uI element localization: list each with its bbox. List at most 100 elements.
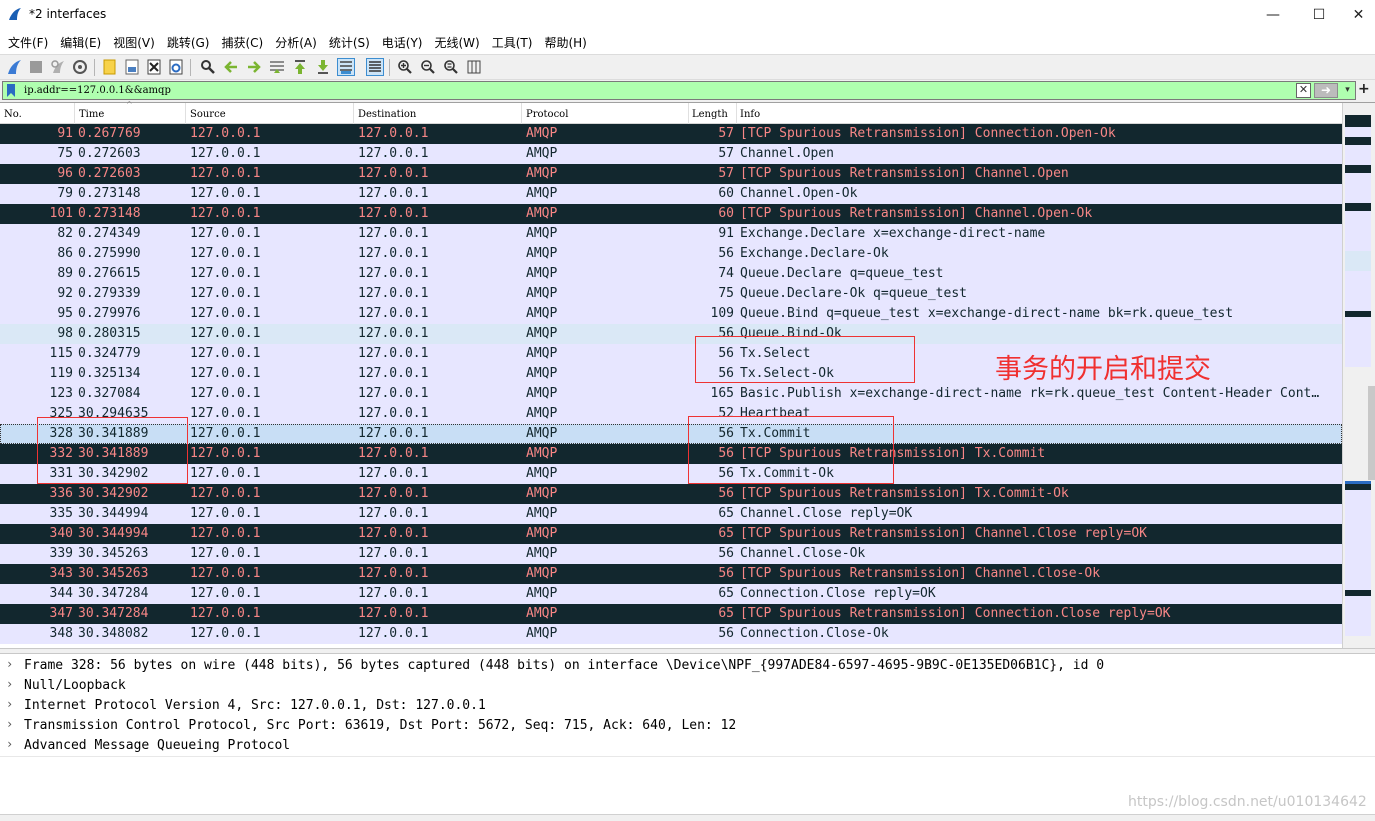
minimize-button[interactable]: —	[1250, 0, 1296, 30]
clear-filter-button[interactable]: ✕	[1296, 83, 1311, 98]
packet-row[interactable]: 331 30.342902 127.0.0.1 127.0.0.1 AMQP 56 Tx.C…	[0, 464, 1342, 484]
packet-cell-info: [TCP Spurious Retransmission] Channel.Op…	[740, 206, 1093, 221]
packet-row[interactable]: 339 30.345263 127.0.0.1 127.0.0.1 AMQP 56 Chan…	[0, 544, 1342, 564]
capture-options-icon[interactable]	[71, 58, 89, 76]
add-filter-button[interactable]: +	[1358, 81, 1370, 97]
minimap-strip	[1345, 211, 1371, 251]
column-header-time[interactable]: Time	[79, 109, 104, 120]
menu-bar: 文件(F) 编辑(E) 视图(V) 跳转(G) 捕获(C) 分析(A) 统计(S…	[0, 30, 1375, 54]
zoom-out-icon[interactable]	[419, 58, 437, 76]
packet-cell-info: Queue.Bind-Ok	[740, 326, 842, 341]
maximize-button[interactable]: ☐	[1296, 0, 1342, 30]
packet-cell-info: Exchange.Declare x=exchange-direct-name	[740, 226, 1046, 241]
packet-cell-info: Channel.Open-Ok	[740, 186, 858, 201]
display-filter-input[interactable]	[24, 85, 1264, 96]
close-button[interactable]: ✕	[1342, 0, 1375, 30]
apply-filter-button[interactable]: ➜	[1314, 83, 1338, 98]
expand-chevron-icon[interactable]: ›	[6, 717, 13, 731]
column-header-length[interactable]: Length	[692, 109, 728, 120]
menu-capture[interactable]: 捕获(C)	[217, 34, 271, 51]
menu-edit[interactable]: 编辑(E)	[56, 34, 109, 51]
packet-row[interactable]: 347 30.347284 127.0.0.1 127.0.0.1 AMQP 65 [TCP…	[0, 604, 1342, 624]
packet-row[interactable]: 325 30.294635 127.0.0.1 127.0.0.1 AMQP 52 Hear…	[0, 404, 1342, 424]
menu-statistics[interactable]: 统计(S)	[325, 34, 378, 51]
packet-row[interactable]: 335 30.344994 127.0.0.1 127.0.0.1 AMQP 65 Chan…	[0, 504, 1342, 524]
zoom-in-icon[interactable]	[396, 58, 414, 76]
go-to-packet-icon[interactable]	[268, 58, 286, 76]
minimap-strip	[1345, 596, 1371, 636]
packet-cell-len: 56	[718, 566, 734, 581]
menu-wireless[interactable]: 无线(W)	[431, 34, 488, 51]
detail-ipv4[interactable]: › Internet Protocol Version 4, Src: 127.…	[0, 696, 1375, 716]
open-file-icon[interactable]	[101, 58, 119, 76]
reload-file-icon[interactable]	[167, 58, 185, 76]
packet-list-minimap-scrollbar[interactable]	[1342, 103, 1375, 649]
restart-capture-icon[interactable]	[49, 58, 67, 76]
packet-cell-info: Queue.Bind q=queue_test x=exchange-direc…	[740, 306, 1234, 321]
packet-row[interactable]: 348 30.348082 127.0.0.1 127.0.0.1 AMQP 56 Conn…	[0, 624, 1342, 644]
packet-row[interactable]: 86 0.275990 127.0.0.1 127.0.0.1 AMQP 56 Exchan…	[0, 244, 1342, 264]
zoom-reset-icon[interactable]	[442, 58, 460, 76]
menu-file[interactable]: 文件(F)	[4, 34, 56, 51]
packet-row[interactable]: 89 0.276615 127.0.0.1 127.0.0.1 AMQP 74 Queue.…	[0, 264, 1342, 284]
packet-cell-info: [TCP Spurious Retransmission] Connection…	[740, 126, 1116, 141]
column-header-destination[interactable]: Destination	[358, 109, 416, 120]
packet-row[interactable]: 95 0.279976 127.0.0.1 127.0.0.1 AMQP 109 Queue…	[0, 304, 1342, 324]
go-forward-icon[interactable]	[245, 58, 263, 76]
packet-row[interactable]: 344 30.347284 127.0.0.1 127.0.0.1 AMQP 65 Conn…	[0, 584, 1342, 604]
column-header-protocol[interactable]: Protocol	[526, 109, 568, 120]
scrollbar-thumb[interactable]	[1368, 386, 1375, 480]
menu-analyze[interactable]: 分析(A)	[271, 34, 325, 51]
menu-tools[interactable]: 工具(T)	[488, 34, 541, 51]
expand-chevron-icon[interactable]: ›	[6, 677, 13, 691]
expand-chevron-icon[interactable]: ›	[6, 737, 13, 751]
packet-cell-len: 56	[718, 426, 734, 441]
go-last-icon[interactable]	[314, 58, 332, 76]
colorize-icon[interactable]	[366, 58, 384, 76]
start-capture-icon[interactable]	[5, 58, 23, 76]
auto-scroll-icon[interactable]	[337, 58, 355, 76]
column-header-no[interactable]: No.	[4, 109, 22, 120]
column-header-info[interactable]: Info	[740, 109, 760, 120]
minimap-strip	[1345, 317, 1371, 367]
packet-row[interactable]: 75 0.272603 127.0.0.1 127.0.0.1 AMQP 57 Channe…	[0, 144, 1342, 164]
minimap-strip	[1345, 165, 1371, 173]
column-header-source[interactable]: Source	[190, 109, 226, 120]
filter-history-dropdown[interactable]: ▾	[1341, 83, 1354, 98]
packet-row[interactable]: 328 30.341889 127.0.0.1 127.0.0.1 AMQP 56 Tx.C…	[0, 424, 1342, 444]
menu-help[interactable]: 帮助(H)	[540, 34, 594, 51]
detail-tcp[interactable]: › Transmission Control Protocol, Src Por…	[0, 716, 1375, 736]
packet-row[interactable]: 123 0.327084 127.0.0.1 127.0.0.1 AMQP 165 Basi…	[0, 384, 1342, 404]
stop-capture-icon[interactable]	[27, 58, 45, 76]
find-packet-icon[interactable]	[199, 58, 217, 76]
minimap-strip	[1345, 271, 1371, 311]
bookmark-icon[interactable]	[6, 84, 16, 97]
menu-view[interactable]: 视图(V)	[109, 34, 163, 51]
detail-null-loopback[interactable]: › Null/Loopback	[0, 676, 1375, 696]
packet-row[interactable]: 336 30.342902 127.0.0.1 127.0.0.1 AMQP 56 [TCP…	[0, 484, 1342, 504]
menu-telephony[interactable]: 电话(Y)	[378, 34, 431, 51]
expand-chevron-icon[interactable]: ›	[6, 697, 13, 711]
packet-row[interactable]: 82 0.274349 127.0.0.1 127.0.0.1 AMQP 91 Exchan…	[0, 224, 1342, 244]
packet-row[interactable]: 92 0.279339 127.0.0.1 127.0.0.1 AMQP 75 Queue.…	[0, 284, 1342, 304]
packet-cell-len: 56	[718, 366, 734, 381]
detail-amqp[interactable]: › Advanced Message Queueing Protocol	[0, 736, 1375, 756]
go-back-icon[interactable]	[222, 58, 240, 76]
packet-row[interactable]: 332 30.341889 127.0.0.1 127.0.0.1 AMQP 56 [TCP…	[0, 444, 1342, 464]
close-file-icon[interactable]	[145, 58, 163, 76]
go-first-icon[interactable]	[291, 58, 309, 76]
detail-frame[interactable]: › Frame 328: 56 bytes on wire (448 bits)…	[0, 656, 1375, 676]
resize-columns-icon[interactable]	[465, 58, 483, 76]
expand-chevron-icon[interactable]: ›	[6, 657, 13, 671]
save-file-icon[interactable]	[123, 58, 141, 76]
packet-row[interactable]: 79 0.273148 127.0.0.1 127.0.0.1 AMQP 60 Channe…	[0, 184, 1342, 204]
packet-row[interactable]: 91 0.267769 127.0.0.1 127.0.0.1 AMQP 57 [TCP S…	[0, 124, 1342, 144]
packet-row[interactable]: 96 0.272603 127.0.0.1 127.0.0.1 AMQP 57 [TCP S…	[0, 164, 1342, 184]
menu-go[interactable]: 跳转(G)	[163, 34, 218, 51]
packet-row[interactable]: 343 30.345263 127.0.0.1 127.0.0.1 AMQP 56 [TCP…	[0, 564, 1342, 584]
packet-row[interactable]: 340 30.344994 127.0.0.1 127.0.0.1 AMQP 65 [TCP…	[0, 524, 1342, 544]
minimap-strip	[1345, 145, 1371, 165]
packet-row[interactable]: 98 0.280315 127.0.0.1 127.0.0.1 AMQP 56 Queue.…	[0, 324, 1342, 344]
packet-row[interactable]: 101 0.273148 127.0.0.1 127.0.0.1 AMQP 60 [TCP …	[0, 204, 1342, 224]
packet-cell-info: Channel.Close-Ok	[740, 546, 866, 561]
